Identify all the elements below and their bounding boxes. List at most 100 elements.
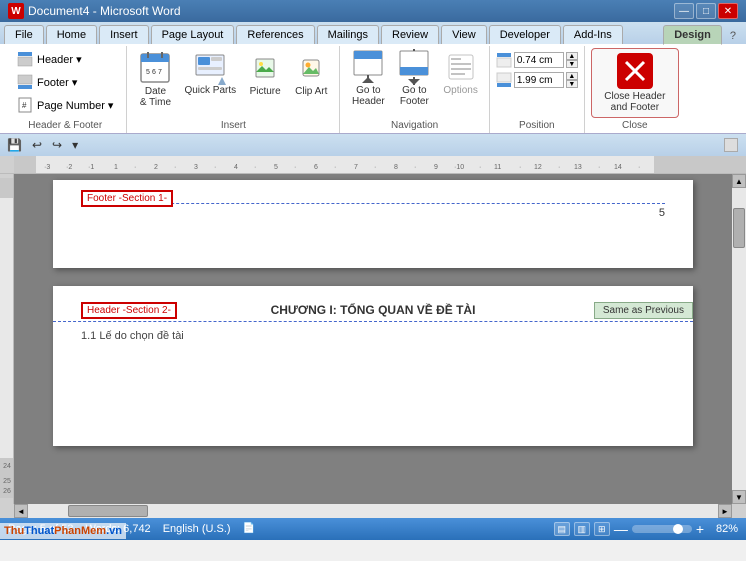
- scroll-track[interactable]: [732, 188, 746, 490]
- navigation-buttons: Go toHeader Go toFooter: [346, 48, 482, 118]
- header-label: Header ▾: [37, 53, 82, 66]
- title-bar: W Document4 - Microsoft Word — □ ✕: [0, 0, 746, 22]
- tab-references[interactable]: References: [236, 25, 314, 44]
- go-to-header-label: Go toHeader: [352, 85, 385, 107]
- footer-position-input[interactable]: [514, 72, 564, 88]
- ribbon-group-header-footer: Header ▾ Footer ▾ # Page Number ▾ Header…: [4, 46, 127, 133]
- date-time-label: Date& Time: [140, 86, 171, 108]
- clip-art-icon: [295, 52, 327, 84]
- header-pos-up[interactable]: ▲: [566, 52, 578, 60]
- footer-section: Footer -Section 1- 5: [81, 190, 665, 250]
- date-time-button[interactable]: 5 6 7 Date& Time: [133, 48, 177, 112]
- horizontal-scrollbar-row: ◄ ►: [0, 504, 746, 518]
- ribbon-group-close: Close Header and Footer Close: [585, 46, 685, 133]
- svg-text:·: ·: [254, 164, 256, 171]
- tab-insert[interactable]: Insert: [99, 25, 149, 44]
- svg-text:·: ·: [598, 164, 600, 171]
- page-bottom: Header -Section 2- CHƯƠNG I: TỔNG QUAN V…: [53, 286, 693, 446]
- qat-dropdown[interactable]: ▾: [69, 137, 81, 153]
- svg-text:·: ·: [374, 164, 376, 171]
- close-hf-label: Close Header and Footer: [600, 91, 670, 113]
- svg-text:7: 7: [158, 69, 162, 76]
- view-web-icon[interactable]: ⊞: [594, 522, 610, 536]
- footer-button[interactable]: Footer ▾: [10, 71, 120, 93]
- minimize-button[interactable]: —: [674, 3, 694, 19]
- go-to-header-button[interactable]: Go toHeader: [346, 48, 390, 110]
- scroll-thumb[interactable]: [733, 208, 745, 248]
- status-language: English (U.S.): [163, 523, 231, 535]
- footer-icon: [17, 74, 33, 90]
- footer-label: Footer -Section 1-: [81, 190, 173, 207]
- ribbon-group-position: ▲ ▼ ▲ ▼ Position: [490, 46, 585, 133]
- scroll-up-button[interactable]: ▲: [732, 174, 746, 188]
- footer-pos-up[interactable]: ▲: [566, 72, 578, 80]
- h-scroll-thumb[interactable]: [68, 505, 148, 517]
- footer-position-spin: ▲ ▼: [566, 72, 578, 88]
- title-bar-text: Document4 - Microsoft Word: [28, 4, 181, 18]
- go-to-footer-button[interactable]: Go toFooter: [392, 48, 436, 110]
- document-pages: Footer -Section 1- 5 Header -Section 2- …: [14, 174, 732, 504]
- svg-text:·: ·: [134, 164, 136, 171]
- tab-add-ins[interactable]: Add-Ins: [563, 25, 623, 44]
- redo-button[interactable]: ↪: [49, 137, 65, 153]
- page-top: Footer -Section 1- 5: [53, 180, 693, 268]
- close-header-footer-button[interactable]: Close Header and Footer: [591, 48, 679, 118]
- header-position-input[interactable]: [514, 52, 564, 68]
- svg-text:24: 24: [3, 463, 11, 470]
- help-button[interactable]: ?: [724, 28, 742, 44]
- header-button[interactable]: Header ▾: [10, 48, 120, 70]
- tab-developer[interactable]: Developer: [489, 25, 561, 44]
- header-section: Header -Section 2- CHƯƠNG I: TỔNG QUAN V…: [53, 286, 693, 322]
- maximize-button[interactable]: □: [696, 3, 716, 19]
- header-dashed-line: [53, 321, 693, 322]
- tab-review[interactable]: Review: [381, 25, 439, 44]
- clip-art-button[interactable]: Clip Art: [289, 48, 333, 101]
- scroll-corner-left: [0, 504, 14, 518]
- view-normal-icon[interactable]: ▤: [554, 522, 570, 536]
- save-qat-button[interactable]: 💾: [4, 137, 25, 153]
- undo-button[interactable]: ↩: [29, 137, 45, 153]
- page-number-button[interactable]: # Page Number ▾: [10, 94, 120, 116]
- footer-label: Footer ▾: [37, 76, 77, 89]
- svg-text:11: 11: [494, 164, 501, 171]
- view-full-icon[interactable]: ▥: [574, 522, 590, 536]
- horizontal-ruler: ·3 ·2 ·1 1 · 2 · 3 · 4 · 5 · 6 · 7 · 8 ·…: [0, 156, 746, 174]
- picture-button[interactable]: Picture: [243, 48, 287, 101]
- ruler-corner: [0, 156, 14, 173]
- zoom-slider[interactable]: [632, 525, 692, 533]
- same-as-previous-button[interactable]: Same as Previous: [594, 302, 693, 319]
- picture-label: Picture: [250, 86, 281, 97]
- close-button[interactable]: ✕: [718, 3, 738, 19]
- zoom-level: 82%: [708, 523, 738, 535]
- tab-view[interactable]: View: [441, 25, 487, 44]
- clip-art-label: Clip Art: [295, 86, 327, 97]
- tab-file[interactable]: File: [4, 25, 44, 44]
- document-area: 24 25 26 Footer -Section 1- 5 Header: [0, 174, 746, 504]
- tab-design[interactable]: Design: [663, 25, 722, 45]
- header-center-text: CHƯƠNG I: TỔNG QUAN VỀ ĐỀ TÀI: [271, 303, 476, 317]
- quick-parts-button[interactable]: Quick Parts: [179, 48, 241, 99]
- scroll-right-button[interactable]: ►: [718, 504, 732, 518]
- title-bar-controls: — □ ✕: [674, 3, 738, 19]
- header-footer-buttons: Header ▾ Footer ▾ # Page Number ▾: [10, 48, 120, 118]
- footer-pos-down[interactable]: ▼: [566, 80, 578, 88]
- header-pos-down[interactable]: ▼: [566, 60, 578, 68]
- zoom-out-button[interactable]: —: [614, 521, 628, 537]
- ruler-toggle[interactable]: [724, 138, 738, 152]
- h-scroll-track[interactable]: [28, 504, 718, 518]
- page-number: 5: [659, 207, 665, 219]
- scroll-left-button[interactable]: ◄: [14, 504, 28, 518]
- tab-home[interactable]: Home: [46, 25, 97, 44]
- tab-page-layout[interactable]: Page Layout: [151, 25, 235, 44]
- svg-text:#: #: [22, 101, 27, 110]
- quick-parts-icon: [194, 51, 226, 83]
- svg-text:7: 7: [354, 164, 358, 171]
- tab-mailings[interactable]: Mailings: [317, 25, 379, 44]
- scroll-down-button[interactable]: ▼: [732, 490, 746, 504]
- svg-text:2: 2: [154, 164, 158, 171]
- date-time-icon: 5 6 7: [139, 52, 171, 84]
- zoom-in-button[interactable]: +: [696, 521, 704, 537]
- footer-position-row: ▲ ▼: [496, 72, 578, 88]
- options-button[interactable]: Options: [438, 48, 482, 99]
- svg-text:6: 6: [152, 69, 156, 76]
